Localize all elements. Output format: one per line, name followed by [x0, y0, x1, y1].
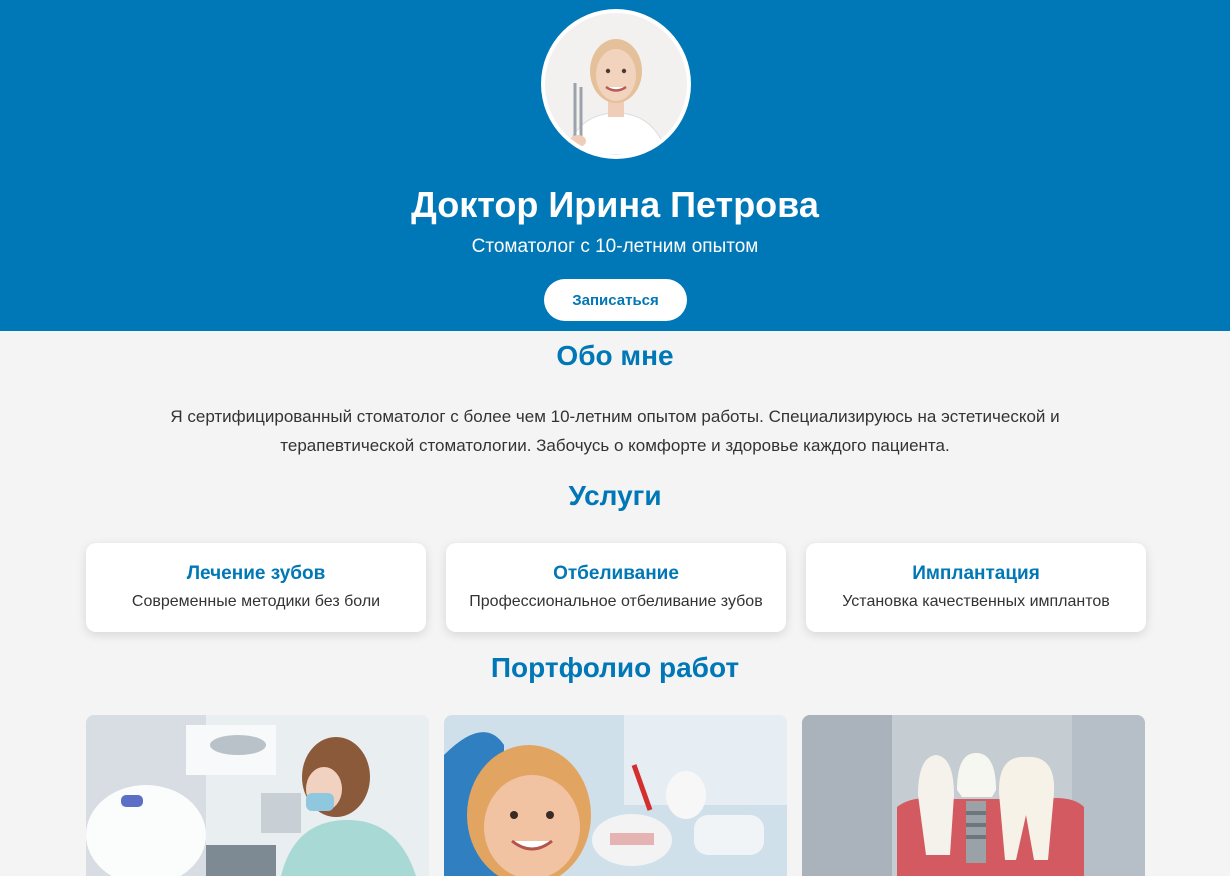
doctor-subtitle: Стоматолог с 10-летним опытом	[471, 236, 759, 257]
hero-header: Доктор Ирина Петрова Стоматолог с 10-лет…	[0, 0, 1230, 331]
service-card-treatment: Лечение зубов Современные методики без б…	[86, 543, 426, 632]
service-card-implant: Имплантация Установка качественных импла…	[806, 543, 1146, 632]
service-desc: Установка качественных имплантов	[842, 593, 1110, 610]
about-text: Я сертифицированный стоматолог с более ч…	[170, 407, 1060, 455]
service-desc: Профессиональное отбеливание зубов	[469, 593, 763, 610]
doctor-avatar	[541, 9, 691, 159]
portfolio-photo-dental-procedure	[86, 715, 429, 876]
doctor-photo	[545, 13, 687, 155]
dental-procedure-image	[86, 715, 429, 876]
dental-implant-image	[802, 715, 1145, 876]
services-title: Услуги	[568, 480, 662, 511]
child-patient-image	[444, 715, 787, 876]
about-title: Обо мне	[556, 340, 674, 371]
service-title: Имплантация	[912, 563, 1040, 584]
portfolio-title: Портфолио работ	[490, 652, 740, 683]
service-card-whitening: Отбеливание Профессиональное отбеливание…	[446, 543, 786, 632]
service-title: Лечение зубов	[186, 563, 326, 584]
service-title: Отбеливание	[553, 563, 679, 584]
service-desc: Современные методики без боли	[131, 593, 381, 610]
portfolio-photo-child-patient	[444, 715, 787, 876]
doctor-name: Доктор Ирина Петрова	[411, 184, 819, 225]
book-appointment-button[interactable]: Записаться	[544, 279, 687, 321]
portfolio-photo-dental-implant	[802, 715, 1145, 876]
